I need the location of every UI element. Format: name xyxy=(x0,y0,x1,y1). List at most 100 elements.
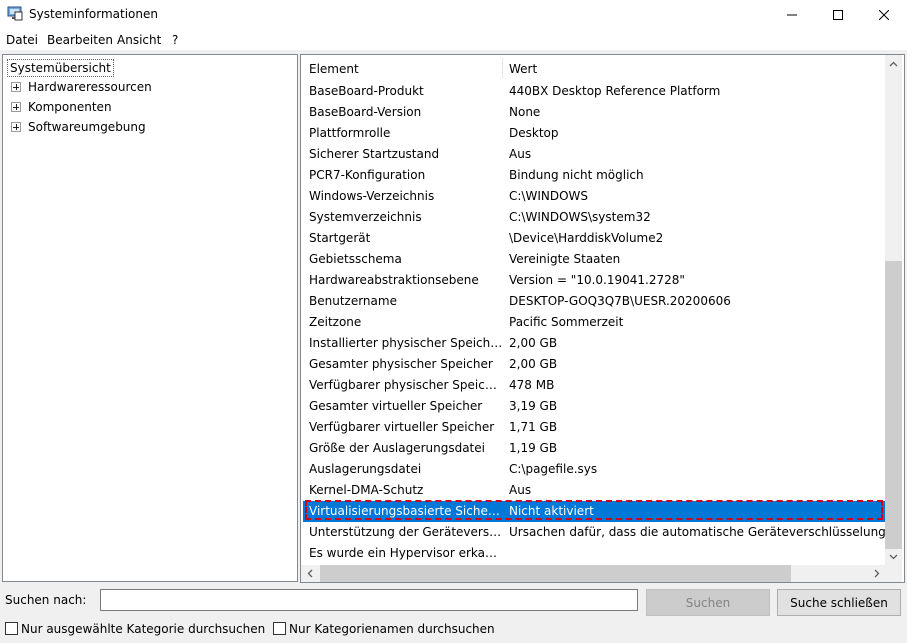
column-header-wert[interactable]: Wert xyxy=(509,62,537,76)
cell-value: C:\pagefile.sys xyxy=(509,462,598,476)
cell-value: C:\WINDOWS\system32 xyxy=(509,210,651,224)
maximize-icon xyxy=(833,10,843,20)
cell-value: C:\WINDOWS xyxy=(509,189,589,203)
cell-element: Hardwareabstraktionsebene xyxy=(309,273,479,287)
vertical-scrollbar[interactable] xyxy=(885,55,902,565)
tree-item-label: Komponenten xyxy=(28,100,112,114)
list-row[interactable]: Startgerät \Device\HarddiskVolume2 xyxy=(303,228,885,249)
cell-value: Bindung nicht möglich xyxy=(509,168,644,182)
cell-value: Ursachen dafür, dass die automatische Ge… xyxy=(509,525,885,539)
expand-icon[interactable] xyxy=(11,102,21,112)
column-divider[interactable] xyxy=(502,58,503,78)
list-row[interactable]: Gesamter physischer Speicher 2,00 GB xyxy=(303,354,885,375)
list-row[interactable]: Größe der Auslagerungsdatei 1,19 GB xyxy=(303,438,885,459)
expand-icon[interactable] xyxy=(11,82,21,92)
cell-element: Kernel-DMA-Schutz xyxy=(309,483,424,497)
expand-icon[interactable] xyxy=(11,122,21,132)
horizontal-scrollbar[interactable] xyxy=(301,565,885,582)
cell-value: None xyxy=(509,105,541,119)
cell-element: BaseBoard-Version xyxy=(309,105,422,119)
cell-element: Benutzername xyxy=(309,294,397,308)
list-row[interactable]: Verfügbarer physischer Speicher 478 MB xyxy=(303,375,885,396)
scroll-up-arrow[interactable] xyxy=(885,55,902,72)
list-row[interactable]: Auslagerungsdatei C:\pagefile.sys xyxy=(303,459,885,480)
cell-element: Gebietsschema xyxy=(309,252,402,266)
search-button[interactable]: Suchen xyxy=(646,589,770,616)
list-row[interactable]: Es wurde ein Hypervisor erkan... xyxy=(303,543,885,564)
list-row[interactable]: Unterstützung der Geräteversc... Ursachen… xyxy=(303,522,885,543)
cell-element: PCR7-Konfiguration xyxy=(309,168,426,182)
scroll-left-arrow[interactable] xyxy=(301,565,318,582)
tree-item-label: Hardwareressourcen xyxy=(28,80,152,94)
cell-element: Windows-Verzeichnis xyxy=(309,189,435,203)
category-tree[interactable]: Systemübersicht Hardwareressourcen Kompo… xyxy=(2,54,298,582)
tree-item-label: Softwareumgebung xyxy=(28,120,146,134)
scroll-down-arrow[interactable] xyxy=(885,548,902,565)
cell-element: Gesamter virtueller Speicher xyxy=(309,399,483,413)
system-info-icon xyxy=(7,6,23,21)
list-row[interactable]: Gesamter virtueller Speicher 3,19 GB xyxy=(303,396,885,417)
list-row[interactable]: Verfügbarer virtueller Speicher 1,71 GB xyxy=(303,417,885,438)
menu-ansicht[interactable]: Ansicht xyxy=(117,33,161,47)
cell-value: Pacific Sommerzeit xyxy=(509,315,624,329)
cell-element: Plattformrolle xyxy=(309,126,391,140)
checkbox-selected-category-label[interactable]: Nur ausgewählte Kategorie durchsuchen xyxy=(21,622,265,636)
list-row[interactable]: Systemverzeichnis C:\WINDOWS\system32 xyxy=(303,207,885,228)
checkbox-selected-category[interactable] xyxy=(5,622,18,635)
close-button[interactable] xyxy=(861,0,907,30)
cell-value: 2,00 GB xyxy=(509,357,558,371)
cell-element: Auslagerungsdatei xyxy=(309,462,422,476)
cell-element: Größe der Auslagerungsdatei xyxy=(309,441,485,455)
list-row[interactable]: Plattformrolle Desktop xyxy=(303,123,885,144)
list-row[interactable]: Hardwareabstraktionsebene Version = "10.0… xyxy=(303,270,885,291)
cell-element: Verfügbarer virtueller Speicher xyxy=(309,420,495,434)
details-list[interactable]: Element Wert BaseBoard-Produkt 440BX Desk… xyxy=(300,54,905,583)
search-input[interactable] xyxy=(100,589,638,611)
vertical-scroll-thumb[interactable] xyxy=(885,261,902,549)
scroll-right-arrow[interactable] xyxy=(868,565,885,582)
menu-datei[interactable]: Datei xyxy=(6,33,38,47)
close-icon xyxy=(879,10,889,20)
list-row[interactable]: Windows-Verzeichnis C:\WINDOWS xyxy=(303,186,885,207)
cell-value: 2,00 GB xyxy=(509,336,558,350)
window-title: Systeminformationen xyxy=(29,7,158,21)
maximize-button[interactable] xyxy=(815,0,861,30)
menu-bearbeiten[interactable]: Bearbeiten xyxy=(47,33,113,47)
cell-element: BaseBoard-Produkt xyxy=(309,84,424,98)
horizontal-scroll-thumb[interactable] xyxy=(320,565,791,582)
list-row[interactable]: Gebietsschema Vereinigte Staaten xyxy=(303,249,885,270)
search-label: Suchen nach: xyxy=(5,593,87,607)
cell-element: Startgerät xyxy=(309,231,371,245)
list-row[interactable]: Benutzername DESKTOP-GOQ3Q7B\UESR.2020060… xyxy=(303,291,885,312)
list-row[interactable]: BaseBoard-Version None xyxy=(303,102,885,123)
cell-element: Systemverzeichnis xyxy=(309,210,422,224)
list-row[interactable]: PCR7-Konfiguration Bindung nicht möglich xyxy=(303,165,885,186)
minimize-button[interactable] xyxy=(769,0,815,30)
cell-value: Vereinigte Staaten xyxy=(509,252,621,266)
checkbox-category-names[interactable] xyxy=(273,622,286,635)
cell-element: Verfügbarer physischer Speicher xyxy=(309,378,503,392)
cell-value: DESKTOP-GOQ3Q7B\UESR.20200606 xyxy=(509,294,731,308)
cell-value: Aus xyxy=(509,483,532,497)
menu-help[interactable]: ? xyxy=(172,33,178,47)
list-row[interactable]: Installierter physischer Speicher... 2,00… xyxy=(303,333,885,354)
chevron-up-icon xyxy=(889,61,898,66)
chevron-left-icon xyxy=(307,569,312,578)
tree-item-systemuebersicht[interactable]: Systemübersicht xyxy=(7,59,114,77)
cell-value: Desktop xyxy=(509,126,559,140)
close-search-button[interactable]: Suche schließen xyxy=(777,589,901,616)
cell-value: \Device\HarddiskVolume2 xyxy=(509,231,664,245)
cell-element: Unterstützung der Geräteversc... xyxy=(309,525,503,539)
list-row[interactable]: Sicherer Startzustand Aus xyxy=(303,144,885,165)
list-row[interactable]: Kernel-DMA-Schutz Aus xyxy=(303,480,885,501)
cell-value: 478 MB xyxy=(509,378,555,392)
column-header-element[interactable]: Element xyxy=(309,62,359,76)
menu-bar: Datei Bearbeiten Ansicht ? xyxy=(0,30,907,50)
cell-element: Es wurde ein Hypervisor erkan... xyxy=(309,546,503,560)
cell-value: Version = "10.0.19041.2728" xyxy=(509,273,685,287)
cell-value: 1,71 GB xyxy=(509,420,558,434)
list-row[interactable]: BaseBoard-Produkt 440BX Desktop Reference… xyxy=(303,81,885,102)
checkbox-category-names-label[interactable]: Nur Kategorienamen durchsuchen xyxy=(289,622,495,636)
list-row[interactable]: Zeitzone Pacific Sommerzeit xyxy=(303,312,885,333)
cell-element: Sicherer Startzustand xyxy=(309,147,440,161)
